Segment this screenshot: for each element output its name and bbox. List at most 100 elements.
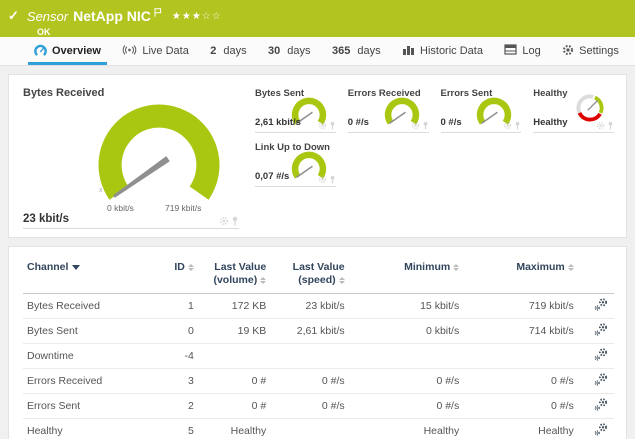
sensor-type-label: Sensor xyxy=(27,9,68,24)
priority-flag-icon[interactable] xyxy=(154,4,162,22)
channel-name-cell[interactable]: Bytes Sent xyxy=(23,319,156,344)
column-label: Last Value xyxy=(274,261,344,274)
gauge-pin-icon[interactable] xyxy=(514,121,521,130)
maximum-cell: 714 kbit/s xyxy=(463,319,578,344)
settings-gear-icon xyxy=(562,44,574,59)
channel-id-cell: -4 xyxy=(156,344,198,369)
column-header-last-value-speed[interactable]: Last Value (speed) xyxy=(270,259,348,294)
column-header-channel[interactable]: Channel xyxy=(23,259,156,294)
channel-settings-gears-icon[interactable] xyxy=(594,398,608,414)
table-row: Bytes Sent 0 19 KB 2,61 kbit/s 0 kbit/s … xyxy=(23,319,614,344)
channel-name-cell[interactable]: Bytes Received xyxy=(23,294,156,319)
gauge-label: Bytes Received xyxy=(23,87,239,99)
column-header-maximum[interactable]: Maximum xyxy=(463,259,578,294)
last-value-speed-cell: 0 #/s xyxy=(270,394,348,419)
gauge-pin-icon[interactable] xyxy=(422,121,429,130)
channel-settings-gears-icon[interactable] xyxy=(594,298,608,314)
priority-stars[interactable]: ★★★☆☆ xyxy=(172,11,222,22)
gauge-healthy[interactable]: Healthy Healthy xyxy=(533,87,614,133)
minimum-cell: 0 #/s xyxy=(349,369,464,394)
channel-name-cell[interactable]: Healthy xyxy=(23,419,156,439)
last-value-volume-cell: 19 KB xyxy=(198,319,270,344)
gauge-pin-icon[interactable] xyxy=(231,216,239,226)
table-row: Errors Sent 2 0 # 0 #/s 0 #/s 0 #/s xyxy=(23,394,614,419)
channel-id-cell: 2 xyxy=(156,394,198,419)
channel-name-cell[interactable]: Downtime xyxy=(23,344,156,369)
channel-id-cell: 5 xyxy=(156,419,198,439)
sort-icon xyxy=(339,277,345,284)
gauge-bytes-received[interactable]: Bytes Received x 0 kbit/s 719 kbit/s 23 … xyxy=(23,87,239,229)
bar-chart-icon xyxy=(402,44,415,58)
last-value-volume-cell: 0 # xyxy=(198,394,270,419)
channel-id-cell: 0 xyxy=(156,319,198,344)
column-header-id[interactable]: ID xyxy=(156,259,198,294)
ok-check-icon: ✓ xyxy=(8,8,19,24)
gauge-settings-gear-icon[interactable] xyxy=(596,121,605,130)
gauge-pin-icon[interactable] xyxy=(607,121,614,130)
column-header-minimum[interactable]: Minimum xyxy=(349,259,464,294)
gauge-errors-sent[interactable]: Errors Sent 0 #/s xyxy=(441,87,522,133)
column-sublabel: (volume) xyxy=(213,274,257,286)
gauge-bytes-sent[interactable]: Bytes Sent 2,61 kbit/s xyxy=(255,87,336,133)
gauge-errors-received[interactable]: Errors Received 0 #/s xyxy=(348,87,429,133)
stars-filled: ★★★ xyxy=(172,11,202,22)
healthy-status-gauge-dial xyxy=(574,92,606,124)
tab-2-days[interactable]: 2days xyxy=(204,37,252,65)
tab-log-label: Log xyxy=(522,45,540,57)
last-value-speed-cell: 23 kbit/s xyxy=(270,294,348,319)
channel-name-cell[interactable]: Errors Sent xyxy=(23,394,156,419)
gauge-settings-gear-icon[interactable] xyxy=(318,121,327,130)
column-label: Channel xyxy=(27,261,68,273)
tab-historic-label: Historic Data xyxy=(420,45,483,57)
gauge-pin-icon[interactable] xyxy=(329,175,336,184)
gauge-link-up-to-down[interactable]: Link Up to Down 0,07 #/s xyxy=(255,141,336,187)
column-header-last-value-volume[interactable]: Last Value (volume) xyxy=(198,259,270,294)
column-header-actions xyxy=(578,259,614,294)
last-value-volume-cell: 0 # xyxy=(198,369,270,394)
gauge-settings-gear-icon[interactable] xyxy=(503,121,512,130)
channels-table-panel: Channel ID Last Value (volume) Last Valu… xyxy=(8,246,627,439)
last-value-volume-cell xyxy=(198,344,270,369)
gauge-settings-gear-icon[interactable] xyxy=(318,175,327,184)
sort-icon xyxy=(260,277,266,284)
last-value-speed-cell xyxy=(270,419,348,439)
channel-settings-gears-icon[interactable] xyxy=(594,323,608,339)
channel-settings-gears-icon[interactable] xyxy=(594,373,608,389)
tab-historic-data[interactable]: Historic Data xyxy=(396,37,489,65)
channel-settings-gears-icon[interactable] xyxy=(594,423,608,439)
channel-settings-gears-icon[interactable] xyxy=(594,348,608,364)
sort-icon xyxy=(188,264,194,271)
gauge-current-value: 23 kbit/s xyxy=(23,213,69,225)
tab-30-num: 30 xyxy=(268,45,280,57)
minimum-cell: 0 #/s xyxy=(349,394,464,419)
tab-log[interactable]: Log xyxy=(498,37,546,65)
last-value-speed-cell: 2,61 kbit/s xyxy=(270,319,348,344)
tab-bar: Overview Live Data 2days 30days 365days … xyxy=(0,37,635,66)
tab-365-days[interactable]: 365days xyxy=(326,37,387,65)
tab-2-num: 2 xyxy=(210,45,216,57)
table-row: Errors Received 3 0 # 0 #/s 0 #/s 0 #/s xyxy=(23,369,614,394)
gauges-panel: Bytes Received x 0 kbit/s 719 kbit/s 23 … xyxy=(8,74,627,238)
sensor-header: ✓ Sensor NetApp NIC ★★★☆☆ OK xyxy=(0,0,635,37)
tab-365-text: days xyxy=(357,45,380,57)
tab-30-days[interactable]: 30days xyxy=(262,37,317,65)
maximum-cell: 0 #/s xyxy=(463,394,578,419)
minimum-cell xyxy=(349,344,464,369)
gauge-scale-max: 719 kbit/s xyxy=(165,203,201,213)
channel-name-cell[interactable]: Errors Received xyxy=(23,369,156,394)
channel-id-cell: 1 xyxy=(156,294,198,319)
last-value-speed-cell: 0 #/s xyxy=(270,369,348,394)
tab-settings[interactable]: Settings xyxy=(556,37,625,65)
tab-overview[interactable]: Overview xyxy=(28,37,107,65)
sort-desc-icon xyxy=(72,265,80,270)
last-value-speed-cell xyxy=(270,344,348,369)
live-signal-icon xyxy=(122,45,137,58)
tab-live-data[interactable]: Live Data xyxy=(116,37,194,65)
gauge-min-marker: x xyxy=(99,187,103,194)
gauge-pin-icon[interactable] xyxy=(329,121,336,130)
sensor-name[interactable]: NetApp NIC xyxy=(73,8,151,24)
tab-settings-label: Settings xyxy=(579,45,619,57)
status-badge: OK xyxy=(37,27,625,37)
gauge-settings-gear-icon[interactable] xyxy=(219,216,229,226)
gauge-settings-gear-icon[interactable] xyxy=(411,121,420,130)
